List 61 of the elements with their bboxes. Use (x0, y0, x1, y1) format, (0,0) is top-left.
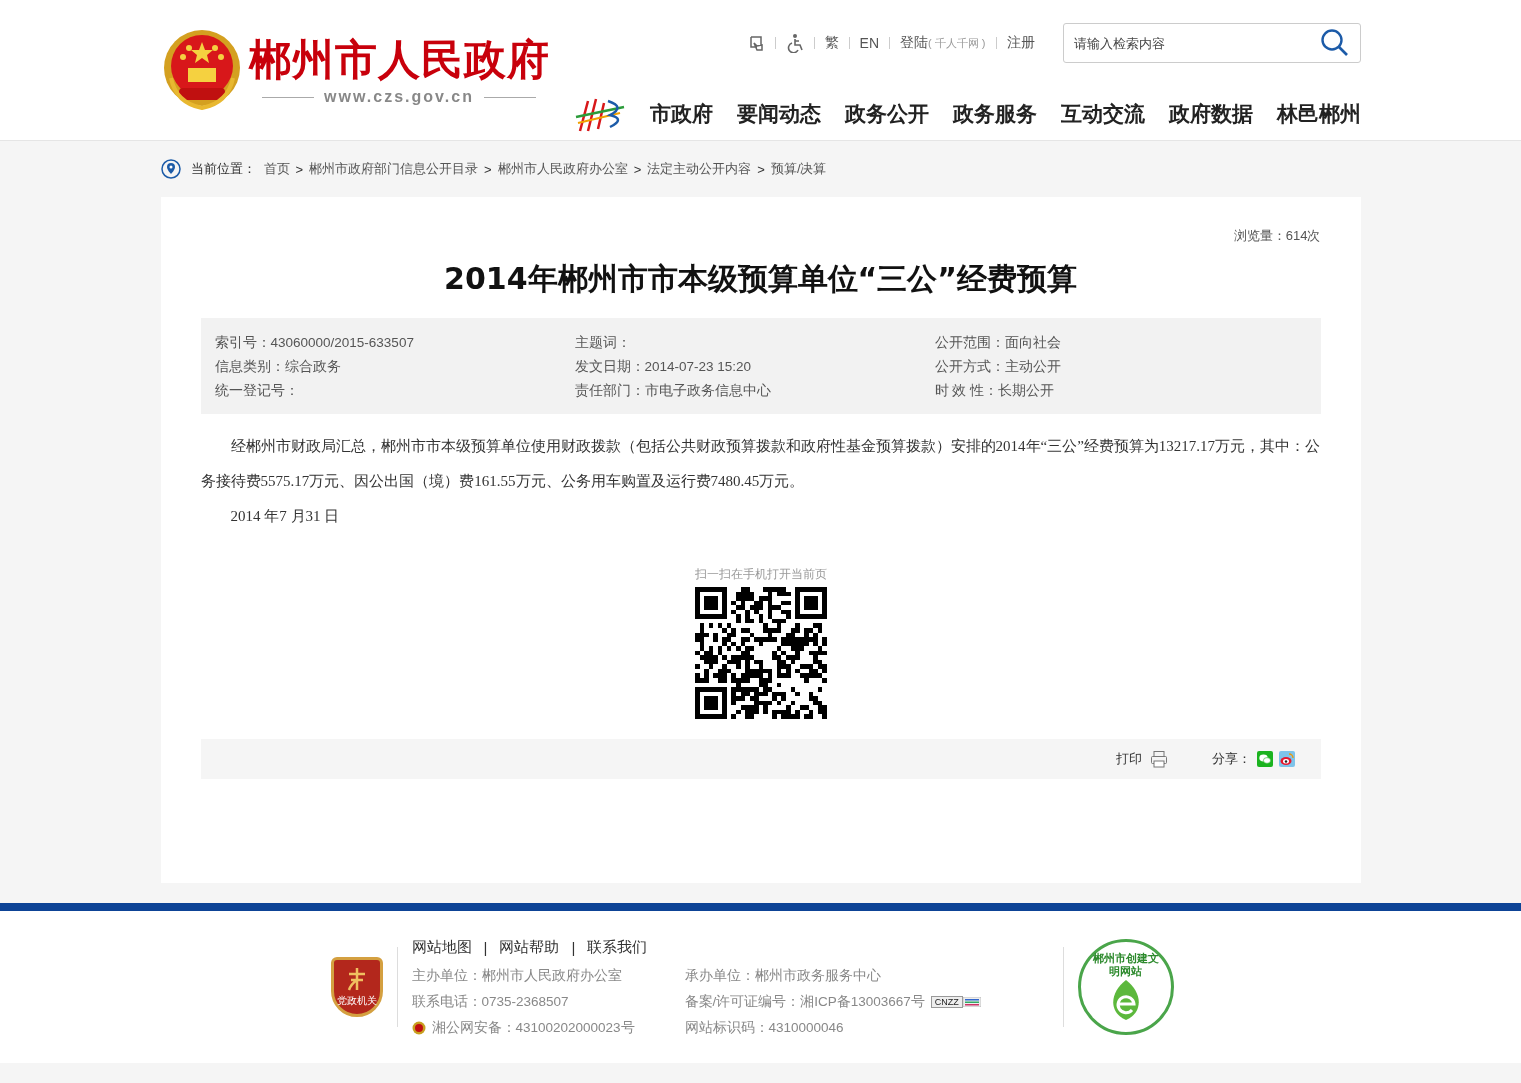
qr-caption: 扫一扫在手机打开当前页 (694, 566, 827, 583)
metadata-item: 信息类别：综合政务 (214, 358, 342, 376)
footer-link[interactable]: 网站帮助 (499, 937, 560, 957)
metadata-item: 公开范围：面向社会 (934, 334, 1062, 352)
nav-link[interactable]: 政务服务 (952, 100, 1037, 128)
separator: > (295, 161, 304, 177)
badge-text: 郴州市创建文明网站 (1091, 952, 1160, 978)
chat-share-icon[interactable] (1256, 751, 1273, 767)
footer-link[interactable]: 网站地图 (411, 937, 472, 957)
footer-link[interactable]: 联系我们 (587, 937, 648, 957)
microblog-share-icon[interactable] (1278, 751, 1295, 767)
metadata-item: 责任部门：市电子政务信息中心 (574, 382, 772, 400)
view-count: 浏览量：614次 (1232, 227, 1321, 245)
search-field[interactable]: 请输入检索内容 (1062, 23, 1361, 63)
nav-link[interactable]: 林邑郴州 (1276, 100, 1361, 128)
metadata-item: 统一登记号： (214, 382, 300, 400)
search-icon[interactable] (1319, 28, 1350, 58)
language-link[interactable]: EN (859, 35, 880, 51)
metadata-item: 主题词： (574, 334, 632, 352)
metadata-item: 发文日期：2014-07-23 15:20 (574, 358, 753, 376)
separator: > (757, 161, 765, 177)
nav-link[interactable]: 政府数据 (1168, 100, 1253, 128)
metadata-item: 时 效 性：长期公开 (934, 382, 1055, 400)
article-paragraph: 2014 年7 月31 日 (229, 507, 341, 526)
printer-icon (1149, 750, 1168, 768)
nav-link[interactable]: 要闻动态 (736, 100, 821, 128)
share-label: 分享： (1211, 750, 1251, 768)
nav-link[interactable]: 互动交流 (1060, 100, 1145, 128)
breadcrumb-link[interactable]: 郴州市政府部门信息公开目录 (309, 160, 479, 178)
breadcrumb-label: 当前位置： (190, 160, 256, 178)
article-paragraph: 经郴州市财政局汇总，郴州市市本级预算单位使用财政拨款（包括公共财政预算拨款和政府性基金预算拨款）安排的2014年“三公”经费预算为13217.17万元，其中：公务接待费5575.17万元、因公出国（境）费161.55万元、公务用车购置及运行费7480.45万元。 (200, 437, 1321, 491)
accessibility-icon[interactable] (785, 33, 804, 53)
badge-text: 党政机关 (336, 994, 377, 1008)
separator: > (633, 161, 642, 177)
metadata-item: 索引号：43060000/2015-633507 (214, 334, 415, 352)
breadcrumb-link[interactable]: 预算/决算 (770, 160, 827, 178)
metadata-item: 公开方式：主动公开 (934, 358, 1062, 376)
breadcrumb-link[interactable]: 法定主动公开内容 (647, 160, 752, 178)
language-link[interactable]: 注册 (1006, 34, 1035, 52)
language-link[interactable]: 繁 (824, 34, 839, 52)
footer-info: 网站标识码：4310000046 (684, 1018, 844, 1037)
separator: | (483, 938, 488, 956)
search-input[interactable]: 请输入检索内容 (1063, 34, 1320, 52)
site-url: www.czs.gov.cn (324, 88, 474, 106)
stripes-icon (962, 996, 981, 1007)
separator: | (571, 938, 576, 956)
print-link[interactable]: 打印 (1115, 750, 1168, 768)
nav-link[interactable]: 市政府 (649, 100, 713, 128)
footer-info: 备案/许可证编号：湘ICP备13003667号 (684, 992, 925, 1011)
footer-info: 联系电话：0735-2368507 (411, 992, 569, 1011)
breadcrumb-link[interactable]: 首页 (263, 160, 290, 178)
footer-info: 主办单位：郴州市人民政府办公室 (411, 966, 622, 985)
login-link[interactable]: 登陆( 千人千网 ) (900, 34, 986, 52)
nav-link[interactable]: 政务公开 (844, 100, 929, 128)
footer-info: 承办单位：郴州市政务服务中心 (684, 966, 881, 985)
location-icon (160, 159, 181, 179)
separator: > (484, 161, 492, 177)
article-title: 2014年郴州市市本级预算单位“三公”经费预算 (443, 260, 1078, 298)
site-name: 郴州市人民政府 (248, 34, 550, 86)
breadcrumb-link[interactable]: 郴州市人民政府办公室 (497, 160, 628, 178)
footer-info: 湘公网安备：43100202000023号 (431, 1018, 635, 1037)
